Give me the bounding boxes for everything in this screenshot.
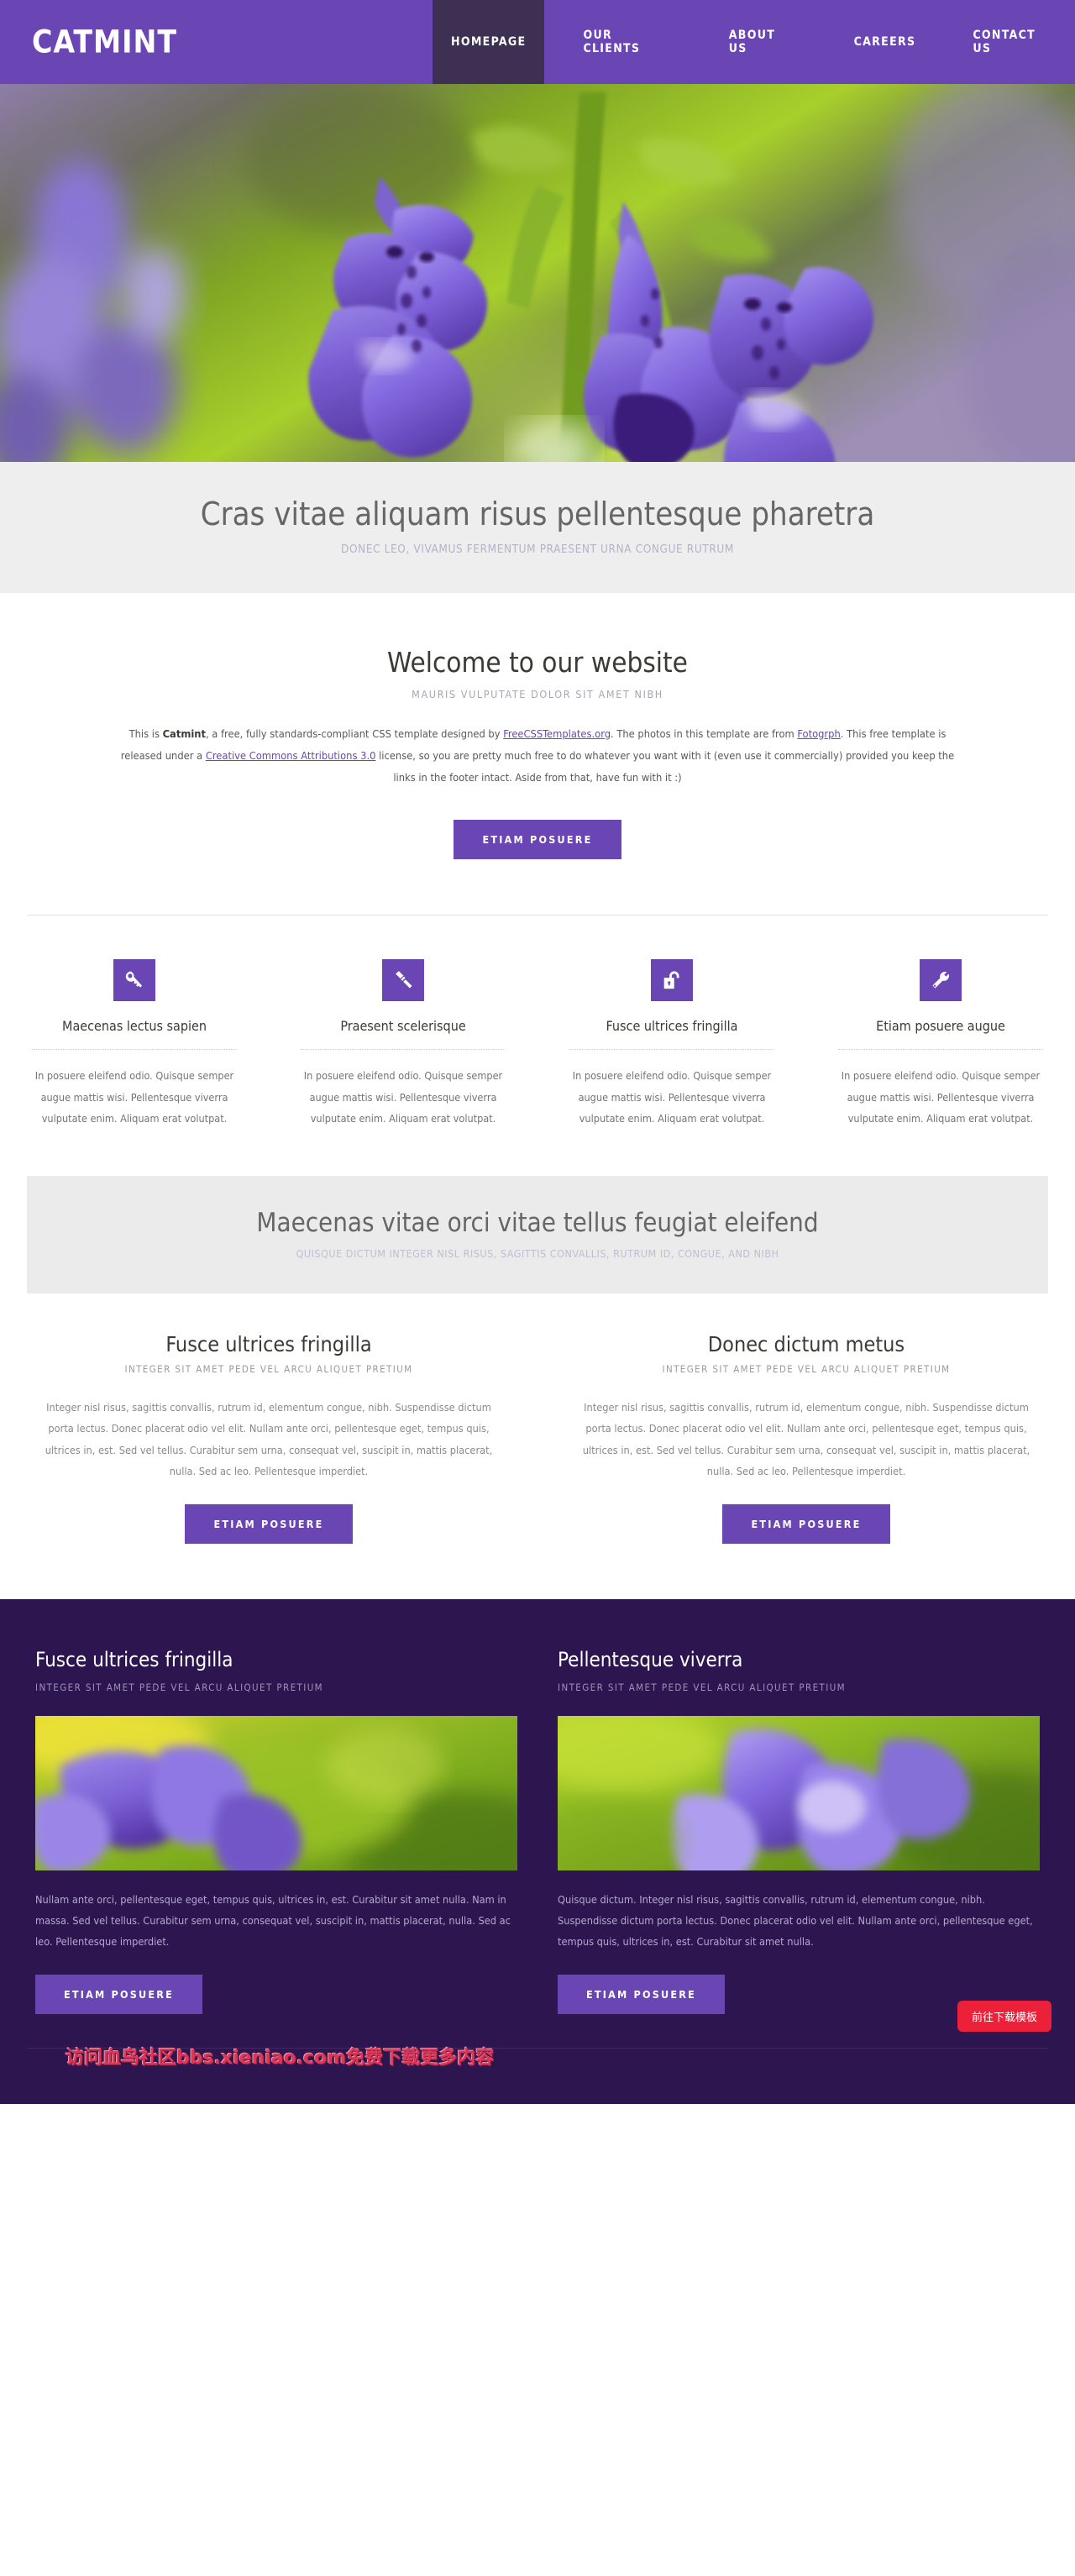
dark-button-wrap-1: ETIAM POSUERE [35, 1974, 517, 2014]
welcome-text-part4: license, so you are pretty much free to … [375, 749, 955, 785]
site-header: CATMINT HOMEPAGE OUR CLIENTS ABOUT US CA… [0, 0, 1075, 84]
feature-title-2: Praesent scelerisque [340, 1018, 466, 1035]
feature-rule-3 [569, 1049, 774, 1051]
download-template-button[interactable]: 前往下载模板 [957, 2000, 1051, 2032]
column-item-1: Fusce ultrices fringilla INTEGER SIT AME… [0, 1332, 538, 1544]
column-title-1: Fusce ultrices fringilla [165, 1331, 372, 1356]
column-item-2: Donec dictum metus INTEGER SIT AMET PEDE… [538, 1332, 1075, 1544]
gavel-icon[interactable] [382, 959, 424, 1002]
dark-etiam-posuere-button-1[interactable]: ETIAM POSUERE [35, 1974, 203, 2014]
feature-title-3: Fusce ultrices fringilla [606, 1018, 738, 1035]
wrench-icon[interactable] [920, 959, 962, 1002]
hero-banner-image [0, 84, 1075, 462]
feature-title-1: Maecenas lectus sapien [62, 1018, 207, 1035]
feature-text-4: In posuere eleifend odio. Quisque semper… [841, 1069, 1041, 1125]
column-text-2: Integer nisl risus, sagittis convallis, … [582, 1400, 1030, 1478]
nav-item-homepage[interactable]: HOMEPAGE [433, 0, 545, 84]
key-icon[interactable] [113, 959, 155, 1002]
feature-item-3: Fusce ultrices fringilla In posuere elei… [538, 959, 806, 1129]
watermark-text: 访问血鸟社区bbs.xieniao.com免费下载更多内容 [66, 2047, 495, 2069]
welcome-brand-name: Catmint [162, 727, 206, 741]
mid-banner: Maecenas vitae orci vitae tellus feugiat… [27, 1175, 1048, 1293]
nav-item-our-clients[interactable]: OUR CLIENTS [564, 0, 690, 84]
dark-showcase-section: Fusce ultrices fringilla INTEGER SIT AME… [0, 1598, 1075, 2014]
dark-text-2: Quisque dictum. Integer nisl risus, sagi… [558, 1892, 1033, 1949]
dark-subtitle-1: INTEGER SIT AMET PEDE VEL ARCU ALIQUET P… [35, 1681, 323, 1693]
dark-thumbnail-1[interactable] [35, 1715, 517, 1870]
welcome-button-wrap: ETIAM POSUERE [0, 820, 1075, 860]
feature-rule-4 [838, 1049, 1043, 1051]
link-freecsstemplates[interactable]: FreeCSSTemplates.org [503, 728, 611, 741]
link-creative-commons[interactable]: Creative Commons Attributions 3.0 [206, 750, 376, 763]
column-subtitle-1: INTEGER SIT AMET PEDE VEL ARCU ALIQUET P… [124, 1362, 413, 1375]
welcome-text-part1: , a free, fully standards-compliant CSS … [205, 727, 504, 741]
link-fotogrph[interactable]: Fotogrph [797, 728, 840, 741]
dark-etiam-posuere-button-2[interactable]: ETIAM POSUERE [558, 1974, 726, 2014]
dark-subtitle-2: INTEGER SIT AMET PEDE VEL ARCU ALIQUET P… [558, 1681, 846, 1693]
welcome-text-part2: . The photos in this template are from [611, 727, 798, 741]
column-title-2: Donec dictum metus [707, 1331, 905, 1356]
welcome-title: Welcome to our website [387, 645, 688, 679]
dark-text-1: Nullam ante orci, pellentesque eget, tem… [35, 1892, 511, 1949]
feature-title-4: Etiam posuere augue [876, 1018, 1005, 1035]
column-etiam-posuere-button-1[interactable]: ETIAM POSUERE [185, 1503, 353, 1544]
welcome-etiam-posuere-button[interactable]: ETIAM POSUERE [454, 820, 621, 860]
column-subtitle-2: INTEGER SIT AMET PEDE VEL ARCU ALIQUET P… [662, 1362, 951, 1375]
dark-column-1: Fusce ultrices fringilla INTEGER SIT AME… [27, 1648, 538, 2014]
dark-thumbnail-2[interactable] [558, 1715, 1040, 1870]
welcome-section: Welcome to our website MAURIS VULPUTATE … [0, 592, 1075, 1599]
dark-columns: Fusce ultrices fringilla INTEGER SIT AME… [0, 1648, 1075, 2014]
dark-title-2: Pellentesque viverra [558, 1647, 743, 1671]
nav-item-careers[interactable]: CAREERS [836, 0, 935, 84]
column-button-wrap-2: ETIAM POSUERE [581, 1503, 1031, 1544]
banner-subtitle: QUISQUE DICTUM INTEGER NISL RISUS, SAGIT… [296, 1246, 779, 1260]
feature-text-3: In posuere eleifend odio. Quisque semper… [572, 1069, 772, 1125]
welcome-paragraph: This is Catmint, a free, fully standards… [118, 724, 957, 790]
welcome-subtitle: MAURIS VULPUTATE DOLOR SIT AMET NIBH [412, 687, 663, 700]
main-navigation: HOMEPAGE OUR CLIENTS ABOUT US CAREERS CO… [433, 0, 1075, 84]
column-text-1: Integer nisl risus, sagittis convallis, … [45, 1400, 493, 1478]
feature-item-1: Maecenas lectus sapien In posuere eleife… [0, 959, 269, 1129]
feature-item-4: Etiam posuere augue In posuere eleifend … [806, 959, 1075, 1129]
hero-title: Cras vitae aliquam risus pellentesque ph… [200, 496, 875, 533]
dark-title-1: Fusce ultrices fringilla [35, 1647, 233, 1671]
dark-column-2: Pellentesque viverra INTEGER SIT AMET PE… [538, 1648, 1048, 2014]
unlock-icon[interactable] [651, 959, 693, 1002]
site-logo[interactable]: CATMINT [32, 27, 177, 58]
column-button-wrap-1: ETIAM POSUERE [44, 1503, 494, 1544]
hero-subtitle: DONEC LEO, VIVAMUS FERMENTUM PRAESENT UR… [341, 542, 734, 556]
feature-rule-2 [301, 1049, 506, 1051]
hero-caption: Cras vitae aliquam risus pellentesque ph… [0, 462, 1075, 593]
site-footer: 访问血鸟社区bbs.xieniao.com免费下载更多内容 前往下载模板 [0, 2000, 1075, 2104]
nav-item-contact-us[interactable]: CONTACT US [954, 0, 1075, 84]
feature-text-1: In posuere eleifend odio. Quisque semper… [34, 1069, 234, 1125]
feature-list: Maecenas lectus sapien In posuere eleife… [0, 916, 1075, 1129]
banner-title: Maecenas vitae orci vitae tellus feugiat… [256, 1207, 819, 1238]
nav-item-about-us[interactable]: ABOUT US [711, 0, 815, 84]
feature-text-2: In posuere eleifend odio. Quisque semper… [303, 1069, 503, 1125]
feature-item-2: Praesent scelerisque In posuere eleifend… [269, 959, 538, 1129]
two-column-section: Fusce ultrices fringilla INTEGER SIT AME… [0, 1293, 1075, 1599]
welcome-text-prefix: This is [128, 727, 163, 741]
column-etiam-posuere-button-2[interactable]: ETIAM POSUERE [722, 1503, 890, 1544]
page-root: CATMINT HOMEPAGE OUR CLIENTS ABOUT US CA… [0, 0, 1075, 2104]
feature-rule-1 [32, 1049, 237, 1051]
